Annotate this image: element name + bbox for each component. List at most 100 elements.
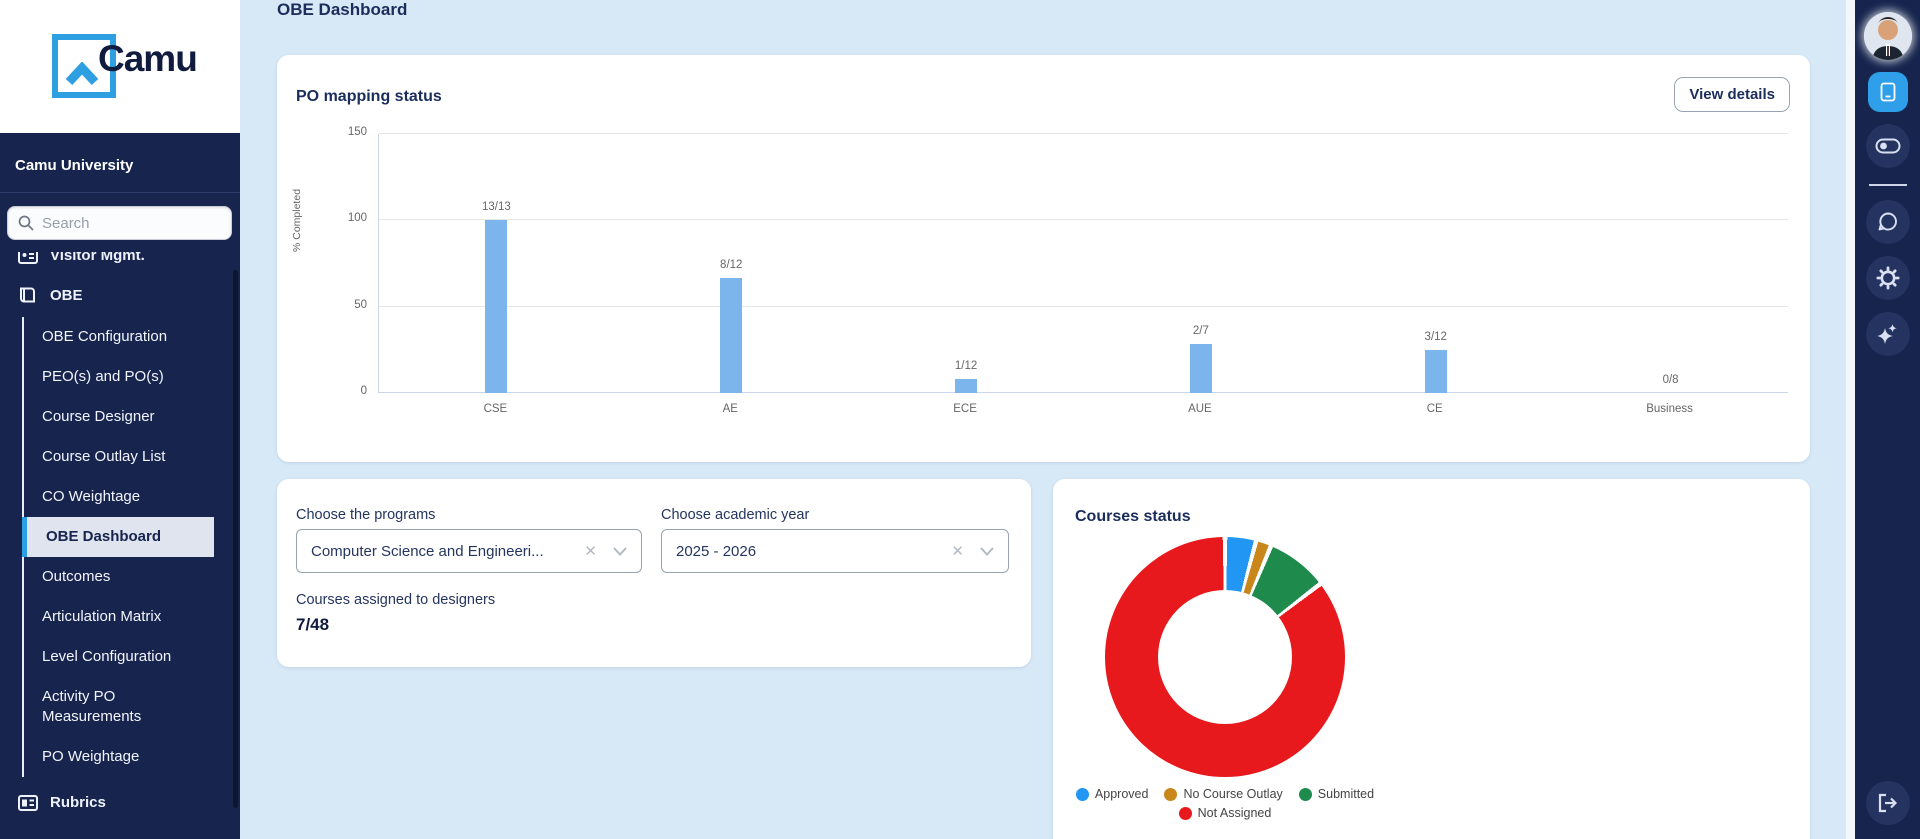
chevron-down-icon[interactable] <box>974 547 1008 556</box>
programs-select[interactable]: Computer Science and Engineeri... ✕ <box>296 529 642 573</box>
visitor-icon <box>18 252 38 264</box>
gear-icon <box>1876 266 1900 290</box>
x-axis-label: AUE <box>1083 403 1318 415</box>
legend-label: Not Assigned <box>1198 806 1272 820</box>
legend-dot <box>1076 788 1089 801</box>
sidebar-item-obe-configuration[interactable]: OBE Configuration <box>24 317 214 357</box>
y-tick-label: 0 <box>277 385 367 397</box>
bar-slot-cse: 13/13 <box>379 134 614 393</box>
sidebar-item-label: Visitor Mgmt. <box>50 252 145 264</box>
clear-icon[interactable]: ✕ <box>941 542 974 560</box>
bar-slot-ae: 8/12 <box>614 134 849 393</box>
toggle-icon <box>1875 138 1901 154</box>
rubrics-icon <box>18 795 38 811</box>
sidebar-item-course-outlay-list[interactable]: Course Outlay List <box>24 437 214 477</box>
logo-chevron-icon <box>64 62 100 86</box>
book-icon <box>18 286 38 304</box>
search-wrap <box>0 193 240 252</box>
bar-value-label: 3/12 <box>1318 331 1553 343</box>
bar-value-label: 1/12 <box>849 360 1084 372</box>
device-button[interactable] <box>1868 72 1908 112</box>
sidebar-item-obe-dashboard[interactable]: OBE Dashboard <box>24 517 214 557</box>
x-axis-label: CE <box>1317 403 1552 415</box>
legend-label: No Course Outlay <box>1183 787 1282 801</box>
chevron-down-icon[interactable] <box>607 547 641 556</box>
po-bar-plot: 13/13 8/12 1/122/73/12 0/8 <box>378 134 1788 393</box>
ai-assistant-button[interactable] <box>1866 312 1910 356</box>
programs-value: Computer Science and Engineeri... <box>297 543 574 560</box>
bar-ae[interactable] <box>720 278 742 393</box>
courses-card-title: Courses status <box>1075 508 1191 526</box>
sidebar-item-label: Rubrics <box>50 794 106 811</box>
sidebar-item-level-configuration[interactable]: Level Configuration <box>24 637 214 677</box>
logout-icon <box>1877 793 1899 813</box>
chat-button[interactable] <box>1866 200 1910 244</box>
legend-dot <box>1164 788 1177 801</box>
legend-dot <box>1179 807 1192 820</box>
sidebar-item-course-designer[interactable]: Course Designer <box>24 397 214 437</box>
sidebar-item-label: OBE <box>50 287 83 304</box>
legend-dot <box>1299 788 1312 801</box>
assigned-label: Courses assigned to designers <box>296 592 495 608</box>
avatar-image <box>1864 12 1912 60</box>
legend-item-no-course-outlay[interactable]: No Course Outlay <box>1164 787 1282 801</box>
obe-submenu: OBE ConfigurationPEO(s) and PO(s)Course … <box>22 317 240 777</box>
sidebar-item-rubrics[interactable]: Rubrics <box>0 783 240 821</box>
bar-cse[interactable] <box>485 220 507 393</box>
page-scrollbar[interactable] <box>1846 0 1855 839</box>
year-select[interactable]: 2025 - 2026 ✕ <box>661 529 1009 573</box>
sidebar-item-peo-s-and-po-s[interactable]: PEO(s) and PO(s) <box>24 357 214 397</box>
page-title: OBE Dashboard <box>277 0 407 20</box>
courses-status-card: Courses status Approved No Course Outlay S… <box>1053 479 1810 839</box>
device-icon <box>1879 82 1897 102</box>
bar-value-label: 0/8 <box>1553 374 1788 386</box>
sidebar-item-outcomes[interactable]: Outcomes <box>24 557 214 597</box>
filters-card: Choose the programs Computer Science and… <box>277 479 1031 667</box>
search-input[interactable] <box>42 215 212 232</box>
bar-slot-aue: 2/7 <box>1084 134 1319 393</box>
sidebar-item-visitor-mgmt[interactable]: Visitor Mgmt. <box>0 252 240 275</box>
legend-item-not-assigned[interactable]: Not Assigned <box>1179 806 1272 820</box>
x-axis-label: ECE <box>848 403 1083 415</box>
x-axis-label: AE <box>613 403 848 415</box>
sidebar-item-activity-po-measurements[interactable]: Activity PO Measurements <box>24 677 214 737</box>
bar-aue[interactable] <box>1190 344 1212 393</box>
year-value: 2025 - 2026 <box>662 543 941 560</box>
bar-ce[interactable] <box>1425 350 1447 393</box>
sidebar-item-co-weightage[interactable]: CO Weightage <box>24 477 214 517</box>
sidebar-item-po-weightage[interactable]: PO Weightage <box>24 737 214 777</box>
x-axis-label: Business <box>1552 403 1787 415</box>
clear-icon[interactable]: ✕ <box>574 542 607 560</box>
y-tick-label: 100 <box>277 212 367 224</box>
sidebar-scrollbar[interactable] <box>233 270 238 808</box>
search-box[interactable] <box>7 206 232 240</box>
year-label: Choose academic year <box>661 507 809 523</box>
y-tick-label: 150 <box>277 126 367 138</box>
courses-donut-chart <box>1105 537 1345 777</box>
bar-ece[interactable] <box>955 379 977 393</box>
legend-item-submitted[interactable]: Submitted <box>1299 787 1374 801</box>
right-rail <box>1855 0 1920 839</box>
y-tick-label: 50 <box>277 299 367 311</box>
view-details-button[interactable]: View details <box>1674 77 1790 112</box>
legend-label: Approved <box>1095 787 1149 801</box>
bar-slot-ece: 1/12 <box>849 134 1084 393</box>
sidebar-item-obe[interactable]: OBE <box>0 275 240 315</box>
bar-value-label: 13/13 <box>379 201 614 213</box>
logo-area: Camu <box>0 0 240 133</box>
po-card-title: PO mapping status <box>296 88 442 106</box>
toggle-button[interactable] <box>1866 124 1910 168</box>
logout-button[interactable] <box>1866 781 1910 825</box>
bar-value-label: 8/12 <box>614 259 849 271</box>
sparkles-icon <box>1876 322 1900 346</box>
avatar[interactable] <box>1864 12 1912 60</box>
programs-label: Choose the programs <box>296 507 435 523</box>
app: Camu Camu University Visitor M <box>0 0 1920 839</box>
legend-item-approved[interactable]: Approved <box>1076 787 1149 801</box>
sidebar: Camu Camu University Visitor M <box>0 0 240 839</box>
donut-hole <box>1158 590 1292 724</box>
sidebar-menu: Visitor Mgmt. OBE OBE ConfigurationPEO(s… <box>0 252 240 821</box>
org-name: Camu University <box>0 133 240 192</box>
sidebar-item-articulation-matrix[interactable]: Articulation Matrix <box>24 597 214 637</box>
settings-button[interactable] <box>1866 256 1910 300</box>
